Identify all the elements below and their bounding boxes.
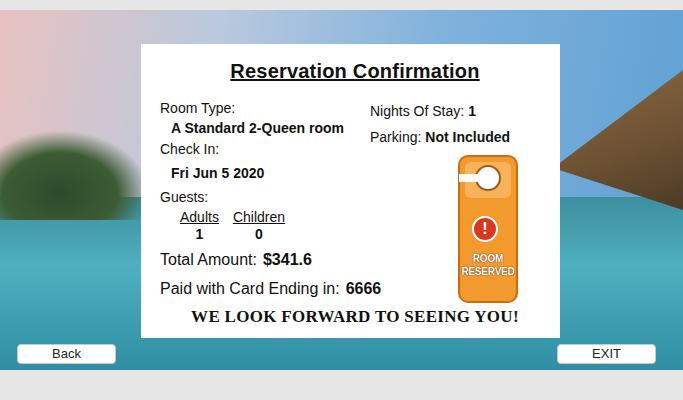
card-title: Reservation Confirmation <box>160 56 550 86</box>
bottom-bar <box>0 370 683 400</box>
nights-of-stay: Nights Of Stay:1 <box>370 98 550 124</box>
exit-button[interactable]: EXIT <box>557 344 656 364</box>
guest-count: 1 <box>180 226 219 243</box>
sign-text: ROOMRESERVED <box>455 252 521 278</box>
farewell-message: WE LOOK FORWARD TO SEEING YOU! <box>160 304 550 330</box>
guest-count: 0 <box>233 226 285 243</box>
door-hanger-shape <box>455 154 521 304</box>
palm-trees <box>0 130 150 220</box>
parking-label: Parking: <box>370 129 421 145</box>
card-info: Paid with Card Ending in:6666 <box>160 276 370 301</box>
parking: Parking:Not Included <box>370 124 550 150</box>
guests-table: Adults1 Children0 <box>160 209 370 243</box>
door-hanger-icon: ! ROOMRESERVED <box>455 154 521 304</box>
total-value: $341.6 <box>263 251 312 268</box>
back-button[interactable]: Back <box>17 344 116 364</box>
guest-header: Children <box>233 209 285 226</box>
guest-column: Adults1 <box>180 209 219 243</box>
check-in-label: Check In: <box>160 139 370 159</box>
card-label: Paid with Card Ending in: <box>160 280 340 297</box>
guest-header: Adults <box>180 209 219 226</box>
nights-label: Nights Of Stay: <box>370 103 464 119</box>
sign-line: RESERVED <box>455 265 521 278</box>
hut-roof <box>553 70 683 210</box>
check-in-value: Fri Jun 5 2020 <box>160 159 370 187</box>
left-column: Room Type:A Standard 2-Queen roomCheck I… <box>160 98 370 304</box>
guests-label: Guests: <box>160 187 370 207</box>
alert-mark: ! <box>473 217 497 241</box>
nights-value: 1 <box>468 103 476 119</box>
content: Reservation Confirmation Room Type:A Stan… <box>0 44 683 370</box>
room-type-label: Room Type: <box>160 98 370 118</box>
button-row: Back EXIT <box>17 344 656 364</box>
card-value: 6666 <box>346 280 382 297</box>
details: Room Type:A Standard 2-Queen roomCheck I… <box>160 98 550 304</box>
parking-value: Not Included <box>425 129 510 145</box>
total-amount: Total Amount: $341.6 <box>160 247 370 272</box>
total-label: Total Amount: <box>160 251 257 268</box>
top-bar <box>0 0 683 10</box>
background-photo: Reservation Confirmation Room Type:A Stan… <box>0 10 683 370</box>
sign-line: ROOM <box>455 252 521 265</box>
room-type-value: A Standard 2-Queen room <box>160 118 370 139</box>
guest-column: Children0 <box>233 209 285 243</box>
right-column: Nights Of Stay:1Parking:Not Included!ROO… <box>370 98 550 304</box>
confirmation-card: Reservation Confirmation Room Type:A Stan… <box>141 44 560 338</box>
